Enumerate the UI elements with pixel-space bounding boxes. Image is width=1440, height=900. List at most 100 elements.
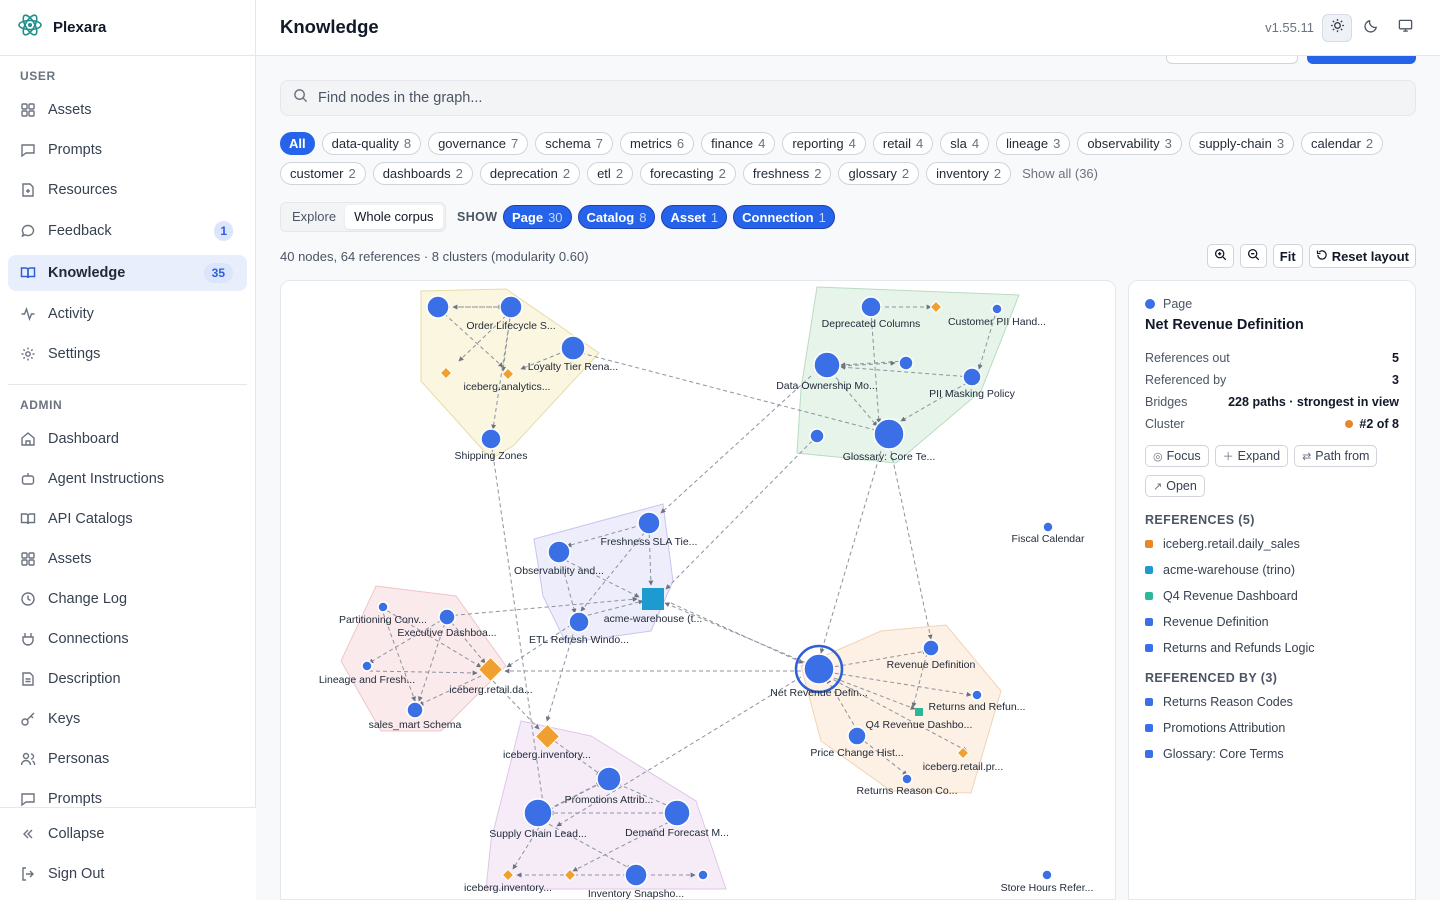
tag-all[interactable]: All — [280, 132, 315, 155]
tag-chip[interactable]: retail 4 — [872, 132, 934, 155]
graph-node[interactable] — [406, 701, 424, 719]
fit-button[interactable]: Fit — [1272, 244, 1303, 268]
tag-chip[interactable]: sla 4 — [940, 132, 990, 155]
graph-node[interactable] — [624, 863, 648, 887]
reference-item[interactable]: acme-warehouse (trino) — [1145, 557, 1399, 583]
graph-node[interactable] — [361, 660, 373, 672]
graph-node[interactable] — [426, 295, 450, 319]
sidebar-item-admin-assets[interactable]: Assets — [8, 541, 247, 577]
expand-button[interactable]: ＋ Expand — [1214, 445, 1289, 467]
sidebar-item-settings[interactable]: Settings — [8, 336, 247, 372]
referenced-by-item[interactable]: Returns Reason Codes — [1145, 689, 1399, 715]
sidebar-item-change-log[interactable]: Change Log — [8, 581, 247, 617]
graph-node[interactable] — [523, 798, 553, 828]
graph-node[interactable] — [809, 428, 825, 444]
focus-button[interactable]: ◎ Focus — [1145, 445, 1209, 467]
tag-chip[interactable]: governance 7 — [428, 132, 529, 155]
sidebar-item-assets[interactable]: Assets — [8, 92, 247, 128]
sidebar-item-api-catalogs[interactable]: API Catalogs — [8, 501, 247, 537]
sidebar-item-activity[interactable]: Activity — [8, 296, 247, 332]
sidebar-item-knowledge[interactable]: Knowledge 35 — [8, 255, 247, 291]
reference-item[interactable]: Q4 Revenue Dashboard — [1145, 583, 1399, 609]
graph-node[interactable] — [438, 608, 456, 626]
tag-chip[interactable]: supply-chain 3 — [1188, 132, 1295, 155]
graph-node[interactable] — [499, 295, 523, 319]
graph-node[interactable] — [480, 428, 502, 450]
collapse-button[interactable]: Collapse — [8, 816, 247, 852]
sidebar-item-agent-instructions[interactable]: Agent Instructions — [8, 461, 247, 497]
asset-node[interactable] — [642, 588, 664, 610]
zoom-in-button[interactable] — [1206, 244, 1234, 268]
sign-out-button[interactable]: Sign Out — [8, 856, 247, 892]
reference-item[interactable]: Revenue Definition — [1145, 609, 1399, 635]
sidebar-item-feedback[interactable]: Feedback 1 — [8, 213, 247, 249]
tag-chip[interactable]: deprecation 2 — [479, 162, 581, 185]
graph-search[interactable] — [280, 80, 1416, 116]
graph-node[interactable] — [663, 799, 691, 827]
tag-chip[interactable]: finance 4 — [701, 132, 776, 155]
tag-chip[interactable]: glossary 2 — [838, 162, 920, 185]
tag-chip[interactable]: reporting 4 — [782, 132, 866, 155]
tag-chip[interactable]: schema 7 — [535, 132, 614, 155]
tag-chip[interactable]: data-quality 8 — [321, 132, 422, 155]
reference-item[interactable]: iceberg.retail.daily_sales — [1145, 531, 1399, 557]
graph-node[interactable] — [860, 296, 882, 318]
brand[interactable]: Plexara — [0, 0, 255, 56]
sidebar-item-personas[interactable]: Personas — [8, 741, 247, 777]
graph-node[interactable] — [813, 351, 841, 379]
filter-connection[interactable]: Connection 1 — [733, 205, 835, 229]
graph-node[interactable] — [547, 540, 571, 564]
light-theme-button[interactable] — [1322, 14, 1352, 42]
graph-node[interactable] — [637, 511, 661, 535]
dark-theme-button[interactable] — [1356, 14, 1386, 42]
tag-chip[interactable]: metrics 6 — [620, 132, 695, 155]
referenced-by-item[interactable]: Promotions Attribution — [1145, 715, 1399, 741]
graph-node[interactable] — [568, 611, 590, 633]
graph-node[interactable] — [971, 689, 983, 701]
filter-catalog[interactable]: Catalog 8 — [577, 205, 656, 229]
graph-node[interactable] — [873, 418, 905, 450]
sidebar-item-resources[interactable]: Resources — [8, 172, 247, 208]
graph-node[interactable] — [898, 355, 914, 371]
secondary-action-button[interactable] — [1166, 56, 1298, 64]
connection-node[interactable] — [915, 708, 923, 716]
explore-option[interactable]: Explore — [283, 205, 345, 229]
graph-node[interactable] — [922, 639, 940, 657]
search-input[interactable] — [318, 90, 1318, 106]
graph-node[interactable] — [596, 766, 622, 792]
primary-action-button[interactable] — [1307, 56, 1416, 64]
graph-node[interactable] — [901, 773, 913, 785]
tag-chip[interactable]: observability 3 — [1077, 132, 1182, 155]
sidebar-item-dashboard[interactable]: Dashboard — [8, 421, 247, 457]
tag-chip[interactable]: inventory 2 — [926, 162, 1012, 185]
sidebar-item-keys[interactable]: Keys — [8, 701, 247, 737]
referenced-by-item[interactable]: Glossary: Core Terms — [1145, 741, 1399, 767]
graph-node[interactable] — [377, 601, 389, 613]
tag-chip[interactable]: forecasting 2 — [640, 162, 736, 185]
path-from-button[interactable]: ⇄ Path from — [1294, 445, 1378, 467]
graph-node[interactable] — [962, 367, 982, 387]
show-all-tags-link[interactable]: Show all (36) — [1022, 166, 1098, 181]
tag-chip[interactable]: customer 2 — [280, 162, 366, 185]
graph-node[interactable] — [847, 726, 867, 746]
tag-chip[interactable]: lineage 3 — [996, 132, 1071, 155]
sidebar-item-connections[interactable]: Connections — [8, 621, 247, 657]
sidebar-item-prompts[interactable]: Prompts — [8, 132, 247, 168]
filter-page[interactable]: Page 30 — [503, 205, 572, 229]
tag-chip[interactable]: freshness 2 — [742, 162, 832, 185]
graph-node[interactable] — [1042, 521, 1054, 533]
tag-chip[interactable]: calendar 2 — [1301, 132, 1384, 155]
sidebar-item-description[interactable]: Description — [8, 661, 247, 697]
graph-node[interactable] — [803, 653, 835, 685]
whole-corpus-option[interactable]: Whole corpus — [345, 205, 443, 229]
graph-node[interactable] — [1041, 869, 1053, 881]
system-theme-button[interactable] — [1390, 14, 1420, 42]
filter-asset[interactable]: Asset 1 — [661, 205, 728, 229]
open-button[interactable]: ↗ Open — [1145, 475, 1205, 497]
reference-item[interactable]: Returns and Refunds Logic — [1145, 635, 1399, 661]
knowledge-graph-canvas[interactable]: Order Lifecycle S... Loyalty Tier Rena..… — [280, 280, 1116, 900]
zoom-out-button[interactable] — [1239, 244, 1267, 268]
tag-chip[interactable]: dashboards 2 — [372, 162, 473, 185]
graph-node[interactable] — [697, 869, 709, 881]
graph-node[interactable] — [560, 335, 586, 361]
